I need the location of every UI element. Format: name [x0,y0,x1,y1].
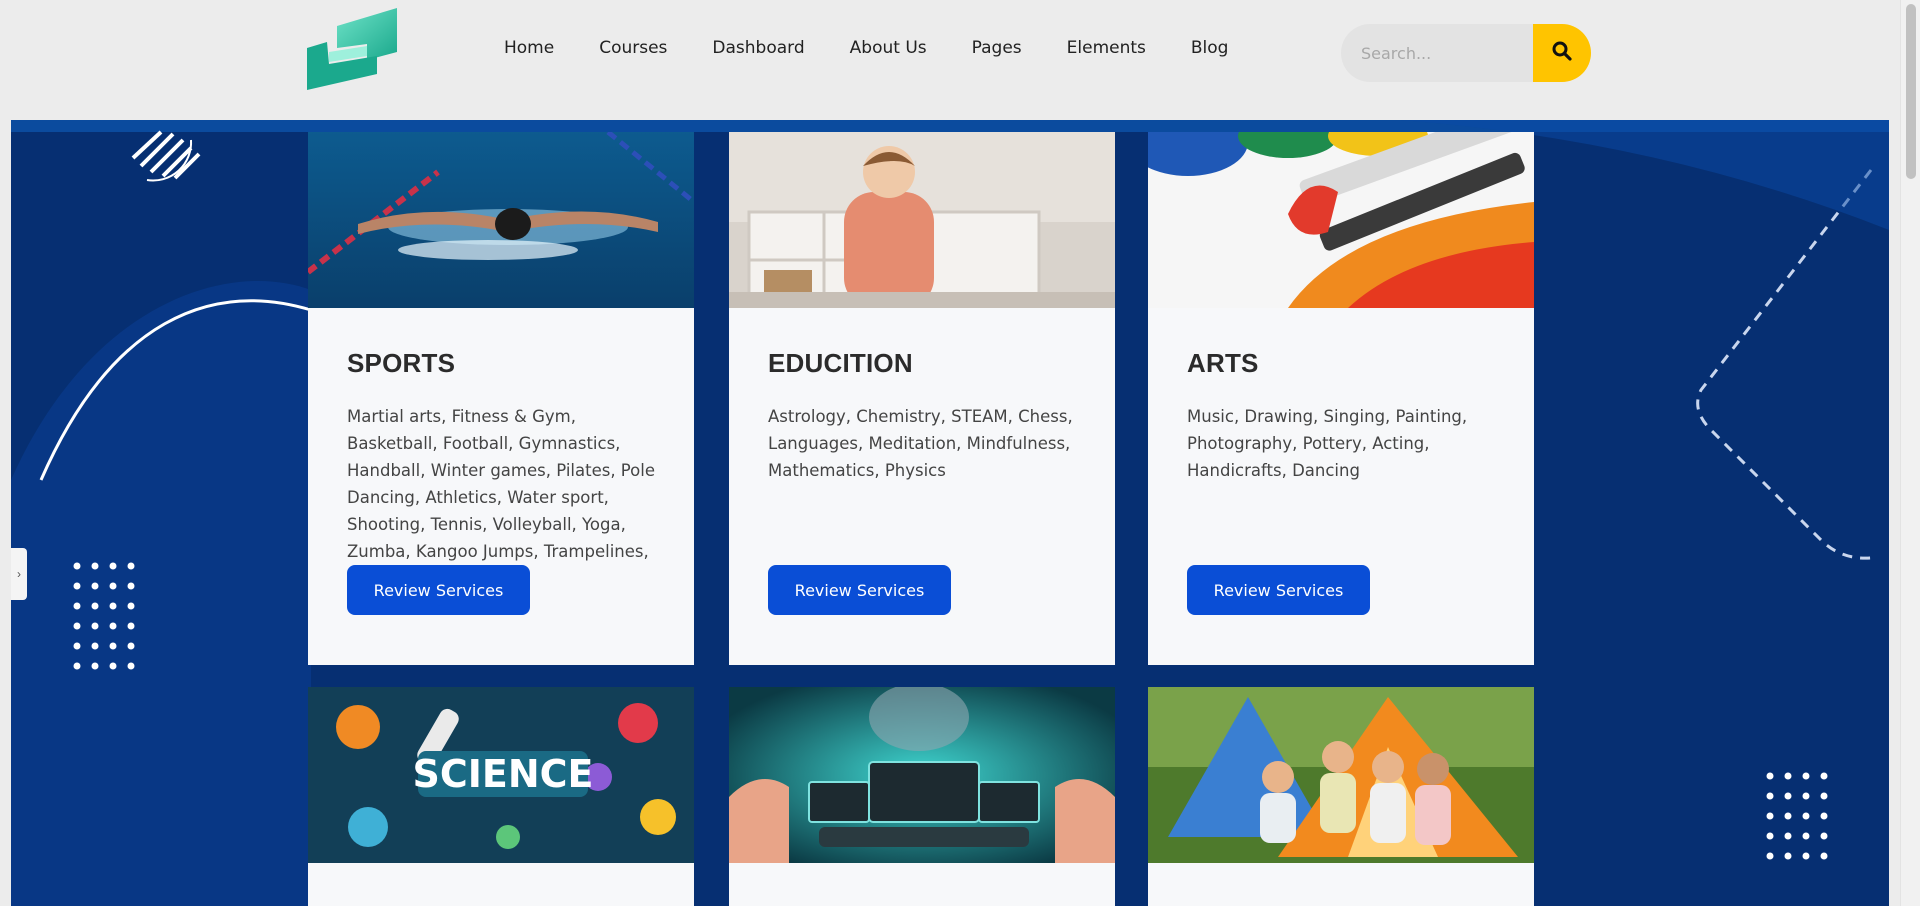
service-card-science: SCIENCE [308,687,694,906]
service-card-arts: ARTS Music, Drawing, Singing, Painting, … [1148,132,1534,665]
service-card-sports: SPORTS Martial arts, Fitness & Gym, Bask… [308,132,694,665]
nav-dashboard[interactable]: Dashboard [712,38,804,58]
page-scrollbar[interactable] [1900,0,1920,906]
service-card-technology [729,687,1115,906]
card-title: ARTS [1187,348,1259,378]
card-description: Music, Drawing, Singing, Painting, Photo… [1187,407,1468,480]
paint-brushes-photo [1148,132,1534,308]
swimmer-photo [308,132,694,308]
search-button[interactable] [1533,24,1591,82]
review-services-button[interactable]: Review Services [347,565,530,615]
nav-elements[interactable]: Elements [1067,38,1146,58]
service-card-education: EDUCITION Astrology, Chemistry, STEAM, C… [729,132,1115,665]
card-description: Martial arts, Fitness & Gym, Basketball,… [347,407,655,588]
nav-home[interactable]: Home [504,38,554,58]
dot-grid-right [1766,772,1828,860]
search-icon [1552,41,1572,66]
card-title: SPORTS [347,348,456,378]
science-label: SCIENCE [412,752,593,796]
science-doodle-image: SCIENCE [308,687,694,863]
technology-hands-photo [729,687,1115,863]
card-title: EDUCITION [768,348,913,378]
main-nav: Home Courses Dashboard About Us Pages El… [504,38,1273,58]
nav-courses[interactable]: Courses [599,38,667,58]
nav-blog[interactable]: Blog [1191,38,1229,58]
nav-about-us[interactable]: About Us [850,38,927,58]
nav-pages[interactable]: Pages [972,38,1022,58]
card-description: Astrology, Chemistry, STEAM, Chess, Lang… [768,407,1073,480]
child-playing-photo [729,132,1115,308]
dot-grid-left [73,562,135,670]
site-header: Home Courses Dashboard About Us Pages El… [0,0,1900,108]
chevron-right-icon: › [17,567,21,581]
review-services-button[interactable]: Review Services [768,565,951,615]
search-input[interactable] [1341,24,1541,82]
scrollbar-thumb[interactable] [1906,4,1916,179]
kids-camping-tent-photo [1148,687,1534,863]
side-panel-toggle[interactable]: › [11,548,27,600]
review-services-button[interactable]: Review Services [1187,565,1370,615]
search-box [1341,24,1591,82]
site-logo[interactable] [307,8,399,92]
service-card-camping [1148,687,1534,906]
